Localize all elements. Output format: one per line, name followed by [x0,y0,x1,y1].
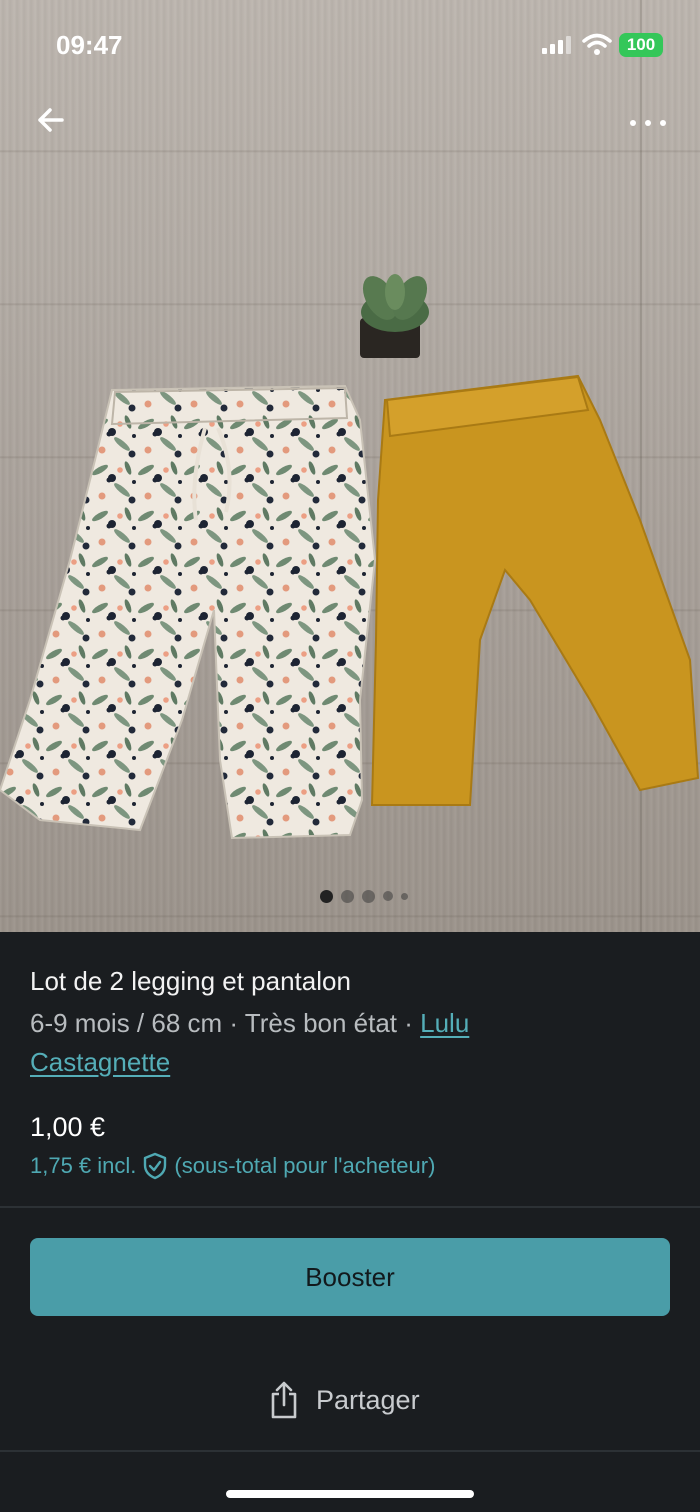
mustard-legging [370,374,700,806]
carousel-dot[interactable] [341,889,354,903]
size-condition: 6-9 mois / 68 cm · Très bon état · [30,1008,421,1038]
item-price: 1,00 € [30,1112,106,1142]
listing-details: Lot de 2 legging et pantalon 6-9 mois / … [0,932,700,1512]
listing-meta: 6-9 mois / 68 cm · Très bon état · Lulu … [30,1004,590,1082]
carousel-indicator[interactable] [320,888,408,904]
carousel-dot[interactable] [362,889,375,903]
arrow-left-icon[interactable] [30,100,70,140]
share-icon [271,1381,297,1419]
status-bar: 09:47 100 [0,0,700,90]
more-horizontal-icon[interactable] [624,108,672,136]
carousel-dot[interactable] [401,892,408,900]
wifi-icon [582,33,612,55]
share-label: Partager [316,1384,420,1415]
cellular-signal-icon [542,36,574,54]
buyer-total[interactable]: 1,75 € incl. (sous-total pour l'acheteur… [30,1152,435,1180]
carousel-dot[interactable] [383,891,393,901]
floral-trousers [0,384,377,840]
home-indicator[interactable] [226,1490,474,1498]
battery-indicator: 100 [619,33,663,57]
buyer-total-note: (sous-total pour l'acheteur) [174,1153,436,1178]
section-divider [0,1206,700,1208]
buyer-total-price: 1,75 € incl. [30,1153,137,1178]
succulent-plant [360,274,429,358]
listing-title: Lot de 2 legging et pantalon [30,966,351,996]
booster-button[interactable]: Booster [30,1238,670,1316]
bottom-divider [0,1450,700,1452]
product-photo[interactable]: 09:47 100 [0,0,700,932]
status-time: 09:47 [56,30,123,60]
share-button[interactable]: Partager [268,1378,420,1422]
shield-check-icon [144,1152,167,1180]
product-illustration [0,274,700,840]
carousel-dot[interactable] [320,889,333,903]
